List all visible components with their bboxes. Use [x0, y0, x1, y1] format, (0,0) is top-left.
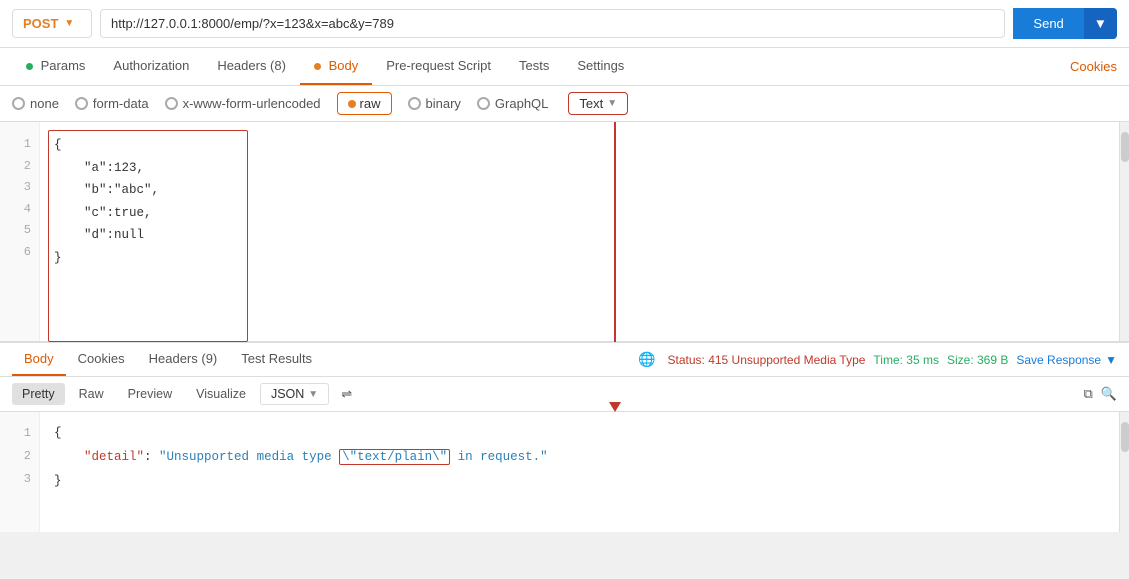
radio-urlencoded[interactable] [165, 97, 178, 110]
tab-pre-request[interactable]: Pre-request Script [372, 48, 505, 85]
json-chevron: ▼ [308, 389, 318, 400]
format-bar: Pretty Raw Preview Visualize JSON ▼ ⇌ ⧉ … [0, 377, 1129, 412]
tab-body[interactable]: Body [300, 48, 372, 85]
url-bar: POST ▼ Send ▼ [0, 0, 1129, 48]
resp-text-plain: \"text/plain\" [339, 449, 450, 465]
radio-graphql[interactable] [477, 97, 490, 110]
search-icon[interactable]: 🔍 [1101, 386, 1117, 402]
fmt-preview[interactable]: Preview [118, 383, 182, 405]
code-line-1: { [54, 134, 1105, 157]
resp-line-1: { [54, 422, 1105, 446]
response-tab-bar: Body Cookies Headers (9) Test Results 🌐 … [0, 342, 1129, 377]
raw-dot [348, 100, 356, 108]
arrow-tip-icon [609, 402, 621, 412]
request-line-numbers: 1 2 3 4 5 6 [0, 122, 40, 341]
globe-icon: 🌐 [638, 351, 655, 368]
fmt-pretty[interactable]: Pretty [12, 383, 65, 405]
text-format-dropdown[interactable]: Text ▼ [568, 92, 628, 115]
option-raw[interactable]: raw [337, 92, 392, 115]
resp-detail-key: "detail" [84, 450, 144, 464]
resp-tab-body[interactable]: Body [12, 343, 66, 376]
method-label: POST [23, 16, 58, 31]
response-code-area[interactable]: { "detail": "Unsupported media type \"te… [40, 412, 1119, 532]
icon-buttons: ⧉ 🔍 [1084, 386, 1117, 402]
request-editor: 1 2 3 4 5 6 { "a":123, "b":"abc", "c":tr… [0, 122, 1129, 342]
body-dot [314, 63, 321, 70]
code-line-3: "b":"abc", [54, 179, 1105, 202]
resp-tab-test-results[interactable]: Test Results [229, 343, 324, 376]
resp-line-2: "detail": "Unsupported media type \"text… [54, 446, 1105, 470]
option-graphql[interactable]: GraphQL [477, 96, 548, 111]
resp-scrollbar-thumb[interactable] [1121, 422, 1129, 452]
tab-tests[interactable]: Tests [505, 48, 563, 85]
resp-tab-headers[interactable]: Headers (9) [137, 343, 230, 376]
code-line-2: "a":123, [54, 157, 1105, 180]
method-select[interactable]: POST ▼ [12, 9, 92, 38]
code-line-6: } [54, 247, 1105, 270]
main-area: 1 2 3 4 5 6 { "a":123, "b":"abc", "c":tr… [0, 122, 1129, 342]
copy-icon[interactable]: ⧉ [1084, 386, 1093, 402]
response-line-numbers: 1 2 3 [0, 412, 40, 532]
url-input[interactable] [100, 9, 1005, 38]
radio-form-data[interactable] [75, 97, 88, 110]
response-scrollbar[interactable] [1119, 412, 1129, 532]
time-info: Time: 35 ms [873, 353, 939, 367]
fmt-visualize[interactable]: Visualize [186, 383, 256, 405]
option-urlencoded[interactable]: x-www-form-urlencoded [165, 96, 321, 111]
resp-tab-cookies[interactable]: Cookies [66, 343, 137, 376]
option-form-data[interactable]: form-data [75, 96, 149, 111]
radio-none[interactable] [12, 97, 25, 110]
status-badge: Status: 415 Unsupported Media Type [668, 353, 866, 367]
request-scrollbar[interactable] [1119, 122, 1129, 341]
fmt-raw[interactable]: Raw [69, 383, 114, 405]
request-code-area[interactable]: { "a":123, "b":"abc", "c":true, "d":null… [40, 122, 1119, 341]
code-line-4: "c":true, [54, 202, 1105, 225]
save-response-button[interactable]: Save Response ▼ [1016, 353, 1117, 367]
tab-authorization[interactable]: Authorization [99, 48, 203, 85]
option-binary[interactable]: binary [408, 96, 461, 111]
radio-binary[interactable] [408, 97, 421, 110]
method-chevron: ▼ [64, 18, 74, 29]
resp-in-request: in request." [450, 450, 548, 464]
json-format-select[interactable]: JSON ▼ [260, 383, 329, 405]
text-dropdown-chevron: ▼ [607, 98, 617, 109]
send-dropdown[interactable]: ▼ [1084, 8, 1117, 39]
scrollbar-thumb[interactable] [1121, 132, 1129, 162]
option-none[interactable]: none [12, 96, 59, 111]
tab-params[interactable]: Params [12, 48, 99, 85]
response-editor: 1 2 3 { "detail": "Unsupported media typ… [0, 412, 1129, 532]
params-dot [26, 63, 33, 70]
send-main[interactable]: Send [1013, 8, 1083, 39]
tab-settings[interactable]: Settings [563, 48, 638, 85]
body-options-bar: none form-data x-www-form-urlencoded raw… [0, 86, 1129, 122]
filter-icon[interactable]: ⇌ [341, 386, 352, 402]
resp-detail-value: "Unsupported media type [159, 450, 339, 464]
send-button[interactable]: Send ▼ [1013, 8, 1117, 39]
status-info: 🌐 Status: 415 Unsupported Media Type Tim… [638, 351, 1117, 368]
resp-line-3: } [54, 470, 1105, 494]
size-info: Size: 369 B [947, 353, 1008, 367]
cookies-link[interactable]: Cookies [1070, 49, 1117, 84]
tab-headers[interactable]: Headers (8) [203, 48, 300, 85]
save-response-chevron: ▼ [1105, 353, 1117, 367]
request-tab-bar: Params Authorization Headers (8) Body Pr… [0, 48, 1129, 86]
code-line-5: "d":null [54, 224, 1105, 247]
